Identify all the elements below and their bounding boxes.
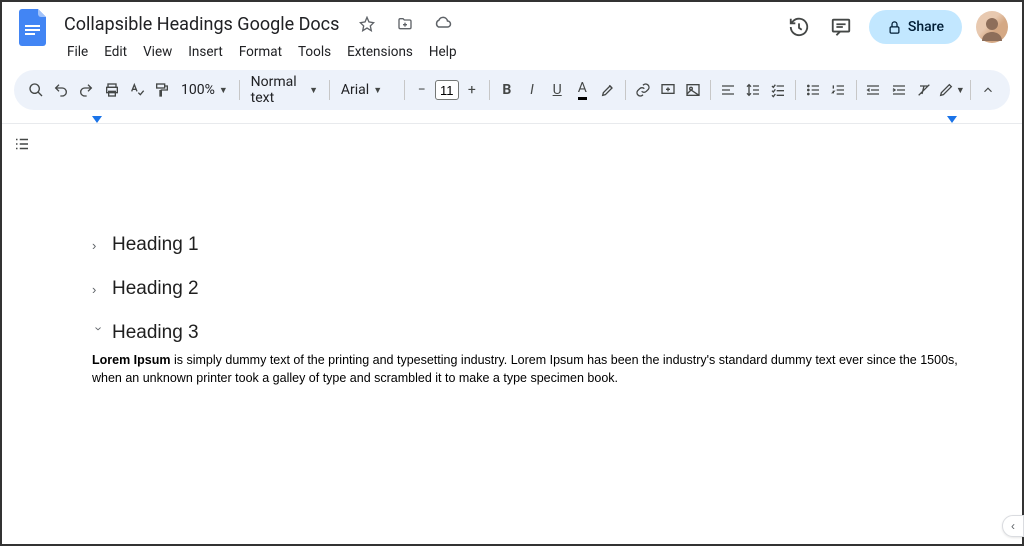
zoom-select[interactable]: 100%▼: [175, 82, 234, 98]
outline-icon[interactable]: [8, 130, 36, 158]
paint-format-icon[interactable]: [150, 76, 174, 104]
separator: [856, 80, 857, 100]
collapse-toolbar-icon[interactable]: [976, 76, 1000, 104]
cloud-icon[interactable]: [429, 10, 457, 38]
star-icon[interactable]: [353, 10, 381, 38]
lock-icon: [887, 20, 902, 35]
heading-row-3[interactable]: › Heading 3: [92, 322, 962, 344]
numbered-list-icon[interactable]: [826, 76, 850, 104]
underline-icon[interactable]: U: [545, 76, 569, 104]
menu-extensions[interactable]: Extensions: [340, 40, 420, 64]
share-button[interactable]: Share: [869, 10, 962, 44]
line-spacing-icon[interactable]: [741, 76, 765, 104]
separator: [239, 80, 240, 100]
chevron-down-icon: ▼: [373, 85, 382, 96]
separator: [970, 80, 971, 100]
separator: [795, 80, 796, 100]
separator: [329, 80, 330, 100]
menu-insert[interactable]: Insert: [181, 40, 230, 64]
toolbar-wrap: 100%▼ Normal text▼ Arial▼ − + B I U A ▼: [2, 64, 1022, 110]
app-header: Collapsible Headings Google Docs File Ed…: [2, 2, 1022, 64]
link-icon[interactable]: [630, 76, 654, 104]
canvas: › Heading 1 › Heading 2 › Heading 3 Lore…: [2, 124, 1022, 551]
side-panel-toggle[interactable]: ‹: [1002, 515, 1024, 537]
menu-help[interactable]: Help: [422, 40, 464, 64]
docs-logo[interactable]: [16, 10, 52, 46]
bold-icon[interactable]: B: [495, 76, 519, 104]
move-icon[interactable]: [391, 10, 419, 38]
heading-1-text: Heading 1: [112, 234, 199, 256]
spellcheck-icon[interactable]: [125, 76, 149, 104]
heading-row-1[interactable]: › Heading 1: [92, 234, 962, 256]
style-select[interactable]: Normal text▼: [245, 74, 324, 106]
italic-icon[interactable]: I: [520, 76, 544, 104]
font-increase-icon[interactable]: +: [460, 76, 484, 104]
chevron-right-icon[interactable]: ›: [92, 238, 106, 253]
ruler[interactable]: [2, 110, 1022, 124]
image-icon[interactable]: [681, 76, 705, 104]
chevron-down-icon: ▼: [219, 85, 228, 96]
menu-format[interactable]: Format: [232, 40, 289, 64]
history-icon[interactable]: [785, 13, 813, 41]
document-body[interactable]: › Heading 1 › Heading 2 › Heading 3 Lore…: [42, 124, 1022, 551]
indent-increase-icon[interactable]: [887, 76, 911, 104]
search-icon[interactable]: [24, 76, 48, 104]
heading-2-text: Heading 2: [112, 278, 199, 300]
clear-format-icon[interactable]: [912, 76, 936, 104]
comments-icon[interactable]: [827, 13, 855, 41]
font-select[interactable]: Arial▼: [335, 82, 399, 98]
separator: [710, 80, 711, 100]
redo-icon[interactable]: [74, 76, 98, 104]
menu-tools[interactable]: Tools: [291, 40, 338, 64]
left-rail: [2, 124, 42, 551]
avatar[interactable]: [976, 11, 1008, 43]
menu-view[interactable]: View: [136, 40, 179, 64]
heading-row-2[interactable]: › Heading 2: [92, 278, 962, 300]
separator: [625, 80, 626, 100]
undo-icon[interactable]: [49, 76, 73, 104]
align-icon[interactable]: [716, 76, 740, 104]
font-decrease-icon[interactable]: −: [410, 76, 434, 104]
text-color-icon[interactable]: A: [570, 76, 594, 104]
separator: [404, 80, 405, 100]
toolbar: 100%▼ Normal text▼ Arial▼ − + B I U A ▼: [14, 70, 1010, 110]
body-rest: is simply dummy text of the printing and…: [92, 353, 958, 385]
chevron-down-icon[interactable]: ›: [92, 326, 107, 340]
print-icon[interactable]: [100, 76, 124, 104]
heading-3-text: Heading 3: [112, 322, 199, 344]
indent-decrease-icon[interactable]: [861, 76, 885, 104]
add-comment-icon[interactable]: [656, 76, 680, 104]
body-bold: Lorem Ipsum: [92, 353, 171, 367]
checklist-icon[interactable]: [766, 76, 790, 104]
font-size-input[interactable]: [435, 80, 459, 100]
highlight-icon[interactable]: [595, 76, 619, 104]
chevron-right-icon[interactable]: ›: [92, 282, 106, 297]
chevron-down-icon: ▼: [309, 85, 318, 96]
edit-mode-icon[interactable]: ▼: [938, 76, 965, 104]
menu-edit[interactable]: Edit: [97, 40, 134, 64]
bullet-list-icon[interactable]: [801, 76, 825, 104]
share-label: Share: [908, 19, 944, 35]
menu-file[interactable]: File: [60, 40, 95, 64]
header-right: Share: [785, 10, 1008, 44]
body-paragraph[interactable]: Lorem Ipsum is simply dummy text of the …: [92, 352, 962, 387]
separator: [489, 80, 490, 100]
doc-title[interactable]: Collapsible Headings Google Docs: [60, 12, 343, 37]
menu-bar: File Edit View Insert Format Tools Exten…: [60, 40, 464, 64]
title-area: Collapsible Headings Google Docs File Ed…: [60, 10, 464, 64]
